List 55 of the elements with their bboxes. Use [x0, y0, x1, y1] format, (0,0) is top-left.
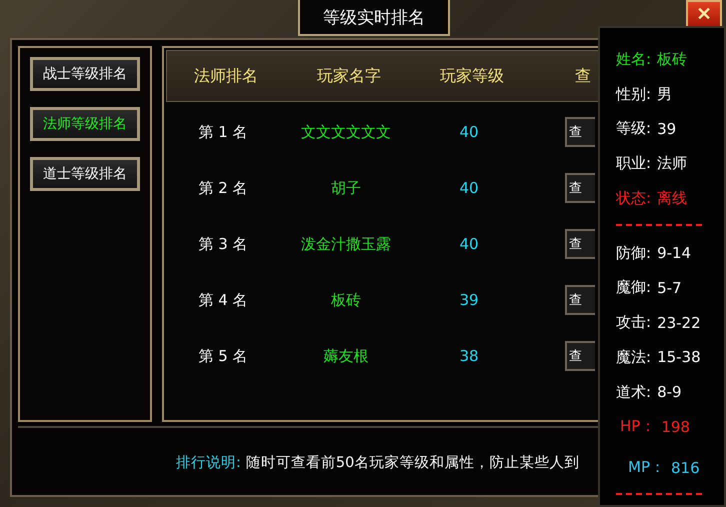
window-title: 等级实时排名: [298, 0, 450, 36]
info-label: 攻击:: [616, 313, 652, 332]
rank-tab[interactable]: 战士等级排名: [30, 57, 140, 91]
player-level: 40: [458, 179, 480, 197]
details-button[interactable]: 查: [565, 285, 595, 315]
info-value: 法师: [657, 154, 688, 174]
player-name: 文文文文文文: [300, 122, 392, 142]
rank-cell-text: 第 1 名: [197, 122, 249, 142]
player-level: 40: [458, 123, 480, 141]
info-label: HP：: [620, 417, 656, 436]
info-value: 5-7: [657, 278, 682, 297]
player-level: 38: [458, 347, 480, 365]
column-header: 玩家等级: [439, 66, 505, 86]
info-value: 15-38: [657, 348, 701, 366]
player-name: 胡子: [330, 178, 362, 198]
info-label: 防御:: [616, 244, 652, 263]
info-label: MP：: [628, 458, 665, 478]
details-button[interactable]: 查: [565, 173, 595, 203]
rank-cell-text: 第 5 名: [197, 346, 249, 366]
details-button[interactable]: 查: [565, 341, 595, 371]
info-label: 魔御:: [616, 278, 652, 298]
column-header: 法师排名: [193, 66, 259, 86]
details-button[interactable]: 查: [565, 117, 595, 147]
info-value: 男: [657, 84, 672, 104]
info-value: 9-14: [657, 244, 692, 262]
info-value: 离线: [657, 188, 688, 208]
rank-cell-text: 第 2 名: [197, 178, 249, 198]
info-label: 等级:: [616, 119, 652, 138]
column-header: 查: [574, 66, 592, 86]
info-value: 816: [671, 458, 700, 477]
info-value: 39: [657, 120, 676, 138]
info-value: 板砖: [657, 50, 688, 69]
info-label: 职业:: [616, 154, 652, 174]
player-level: 40: [458, 235, 480, 253]
player-name: 板砖: [330, 290, 362, 310]
info-value: 198: [661, 418, 690, 436]
info-label: 姓名:: [616, 50, 652, 69]
details-button[interactable]: 查: [565, 229, 595, 259]
rank-tab[interactable]: 法师等级排名: [30, 107, 140, 141]
info-label: 道术:: [616, 382, 652, 402]
info-value: 23-22: [657, 314, 701, 332]
close-button[interactable]: ✕: [686, 0, 722, 28]
column-header: 玩家名字: [316, 66, 382, 86]
info-label: 魔法:: [616, 348, 652, 367]
info-value: 8-9: [657, 383, 682, 402]
rank-cell-text: 第 4 名: [197, 290, 249, 310]
info-label: 性别:: [616, 84, 652, 104]
info-label: 状态:: [616, 188, 652, 208]
note-text: 随时可查看前50名玩家等级和属性，防止某些人到: [246, 454, 580, 472]
note-label: 排行说明:: [176, 454, 241, 472]
rank-cell-text: 第 3 名: [197, 234, 249, 254]
player-level: 39: [458, 291, 480, 309]
rank-tab[interactable]: 道士等级排名: [30, 157, 140, 191]
player-name: 泼金汁撒玉露: [300, 234, 392, 254]
player-name: 薅友根: [322, 346, 370, 366]
